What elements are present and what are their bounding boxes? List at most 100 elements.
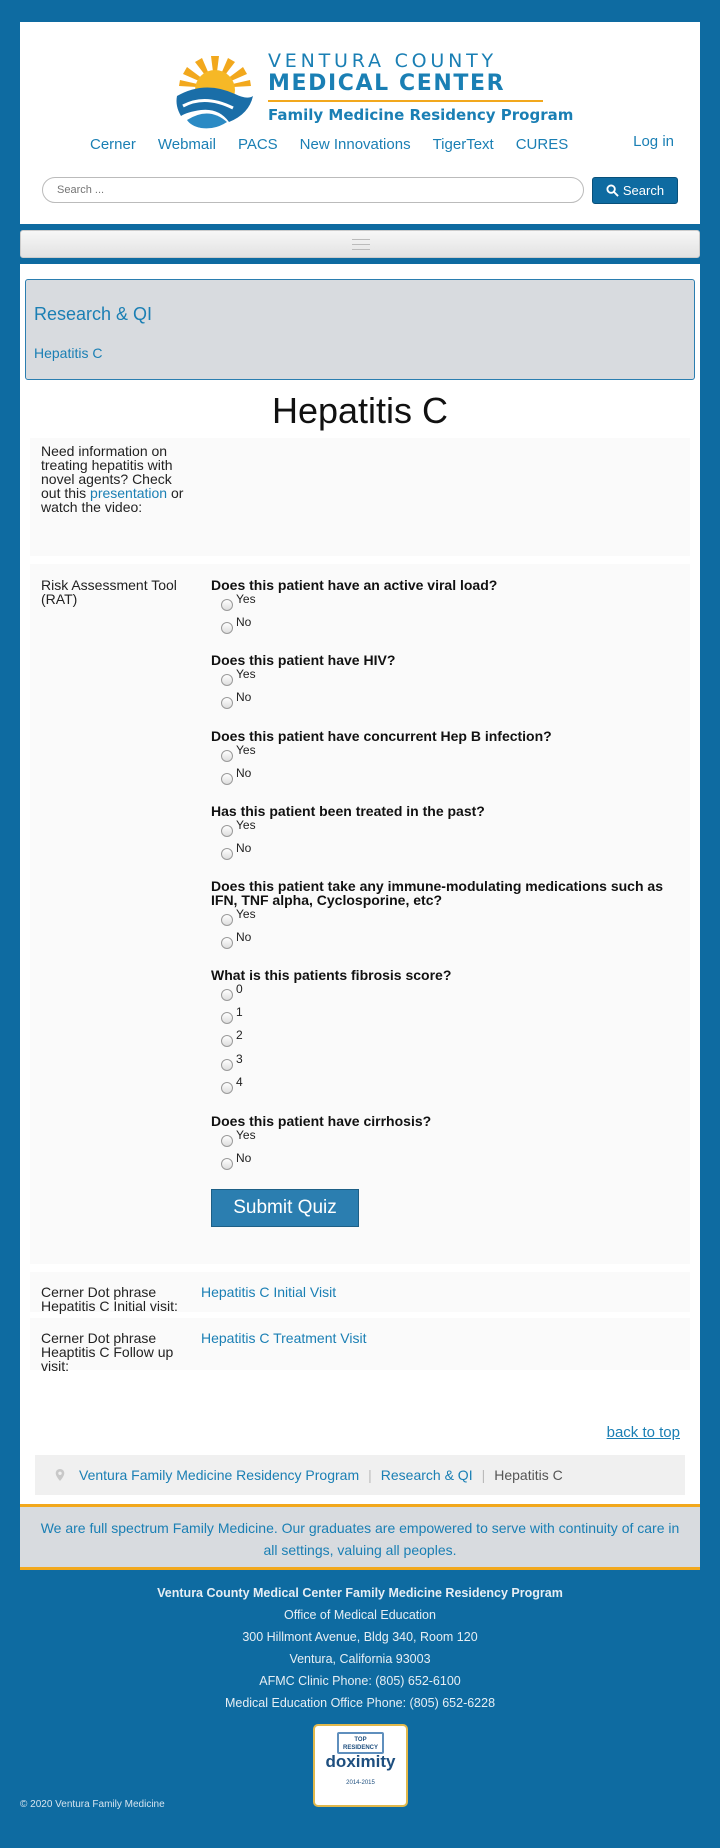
rat-option[interactable]: No [221,841,252,860]
rat-option[interactable]: 2 [221,1028,243,1047]
rat-option[interactable]: 3 [221,1052,243,1071]
search-input[interactable] [42,177,584,203]
option-label: No [236,766,252,780]
section-header-box: Research & QI Hepatitis C [25,279,695,380]
radio-button[interactable] [221,622,233,634]
rat-option[interactable]: Yes [221,592,256,611]
site-footer: Ventura County Medical Center Family Med… [0,1582,720,1714]
site-header: VENTURA COUNTY MEDICAL CENTER Family Med… [20,22,700,224]
badge-name: doximity [325,1752,396,1771]
rat-option[interactable]: Yes [221,667,256,686]
rat-option[interactable]: Yes [221,907,256,926]
rat-option[interactable]: Yes [221,743,256,762]
option-label: No [236,1151,252,1165]
nav-link-new-innovations[interactable]: New Innovations [300,136,411,153]
radio-button[interactable] [221,599,233,611]
logo-rule [268,100,543,102]
back-to-top-link[interactable]: back to top [607,1424,680,1441]
logo-line-3: Family Medicine Residency Program [268,106,574,124]
option-label: No [236,841,252,855]
radio-button[interactable] [221,1012,233,1024]
breadcrumb-separator: | [481,1467,486,1483]
rat-option[interactable]: No [221,766,252,785]
radio-button[interactable] [221,848,233,860]
doximity-badge[interactable]: TOP RESIDENCY doximity 2014-2015 [313,1724,408,1807]
footer-org-name: Ventura County Medical Center Family Med… [157,1586,563,1600]
rat-option[interactable]: No [221,615,252,634]
radio-button[interactable] [221,914,233,926]
option-label: 3 [236,1052,243,1066]
radio-button[interactable] [221,697,233,709]
option-label: Yes [236,1128,256,1142]
radio-button[interactable] [221,1035,233,1047]
rat-question: Does this patient take any immune-modula… [211,878,663,908]
rat-option[interactable]: Yes [221,1128,256,1147]
hamburger-menu-icon[interactable] [352,239,370,254]
main-content: Research & QI Hepatitis C Hepatitis C Ne… [20,264,700,1504]
search-button-label: Search [622,183,665,198]
radio-button[interactable] [221,1059,233,1071]
footer-line: Medical Education Office Phone: (805) 65… [224,1696,496,1710]
radio-button[interactable] [221,1135,233,1147]
breadcrumb-link-home[interactable]: Ventura Family Medicine Residency Progra… [79,1467,359,1483]
rat-option[interactable]: 0 [221,982,243,1001]
radio-button[interactable] [221,825,233,837]
badge-years: 2014-2015 [346,1780,375,1786]
option-label: No [236,930,252,944]
radio-button[interactable] [221,1082,233,1094]
copyright: © 2020 Ventura Family Medicine [20,1799,165,1810]
rat-option[interactable]: 1 [221,1005,243,1024]
radio-button[interactable] [221,773,233,785]
nav-link-tigertext[interactable]: TigerText [433,136,494,153]
dot-phrase-link[interactable]: Hepatitis C Initial Visit [201,1284,336,1300]
footer-line: Ventura, California 93003 [289,1652,431,1666]
nav-link-cures[interactable]: CURES [516,136,569,153]
rat-option[interactable]: No [221,1151,252,1170]
site-logo[interactable]: VENTURA COUNTY MEDICAL CENTER Family Med… [175,36,573,144]
rat-row-bg [30,564,690,1264]
radio-button[interactable] [221,674,233,686]
submit-quiz-button[interactable]: Submit Quiz [211,1189,359,1227]
rat-option[interactable]: Yes [221,818,256,837]
tagline-banner: We are full spectrum Family Medicine. Ou… [20,1504,700,1570]
top-nav: Cerner Webmail PACS New Innovations Tige… [90,136,590,153]
option-label: No [236,615,252,629]
nav-link-webmail[interactable]: Webmail [158,136,216,153]
rat-question: Has this patient been treated in the pas… [211,803,485,819]
option-label: 0 [236,982,243,996]
mobile-menu-bar[interactable] [20,230,700,258]
rat-question: Does this patient have cirrhosis? [211,1113,432,1129]
breadcrumb-separator: | [368,1467,372,1483]
option-label: 1 [236,1005,243,1019]
breadcrumb-link-research[interactable]: Research & QI [381,1467,473,1483]
breadcrumb-current: Hepatitis C [494,1467,563,1483]
option-label: Yes [236,667,256,681]
rat-label: Risk Assessment Tool (RAT) [41,577,177,607]
option-label: No [236,690,252,704]
rat-option[interactable]: No [221,690,252,709]
radio-button[interactable] [221,750,233,762]
login-link[interactable]: Log in [633,133,674,150]
rat-option[interactable]: 4 [221,1075,243,1094]
option-label: Yes [236,907,256,921]
nav-link-pacs[interactable]: PACS [238,136,278,153]
section-title-link[interactable]: Research & QI [34,304,152,325]
rat-question: Does this patient have concurrent Hep B … [211,728,552,744]
sun-wave-logo-icon [176,56,253,129]
search-button[interactable]: Search [592,177,678,204]
radio-button[interactable] [221,937,233,949]
rat-question: What is this patients fibrosis score? [211,967,452,983]
nav-link-cerner[interactable]: Cerner [90,136,136,153]
dot-phrase-link[interactable]: Hepatitis C Treatment Visit [201,1330,366,1346]
dot-phrase-label: Cerner Dot phrase Hepatitis C Initial vi… [41,1284,178,1314]
radio-button[interactable] [221,989,233,1001]
option-label: 4 [236,1075,243,1089]
radio-button[interactable] [221,1158,233,1170]
option-label: Yes [236,818,256,832]
option-label: 2 [236,1028,243,1042]
rat-option[interactable]: No [221,930,252,949]
section-subtitle-link[interactable]: Hepatitis C [34,345,102,361]
page: VENTURA COUNTY MEDICAL CENTER Family Med… [0,0,720,1848]
breadcrumb: Ventura Family Medicine Residency Progra… [35,1455,685,1495]
dot-phrase-label: Cerner Dot phrase Heaptitis C Follow up … [41,1330,174,1374]
